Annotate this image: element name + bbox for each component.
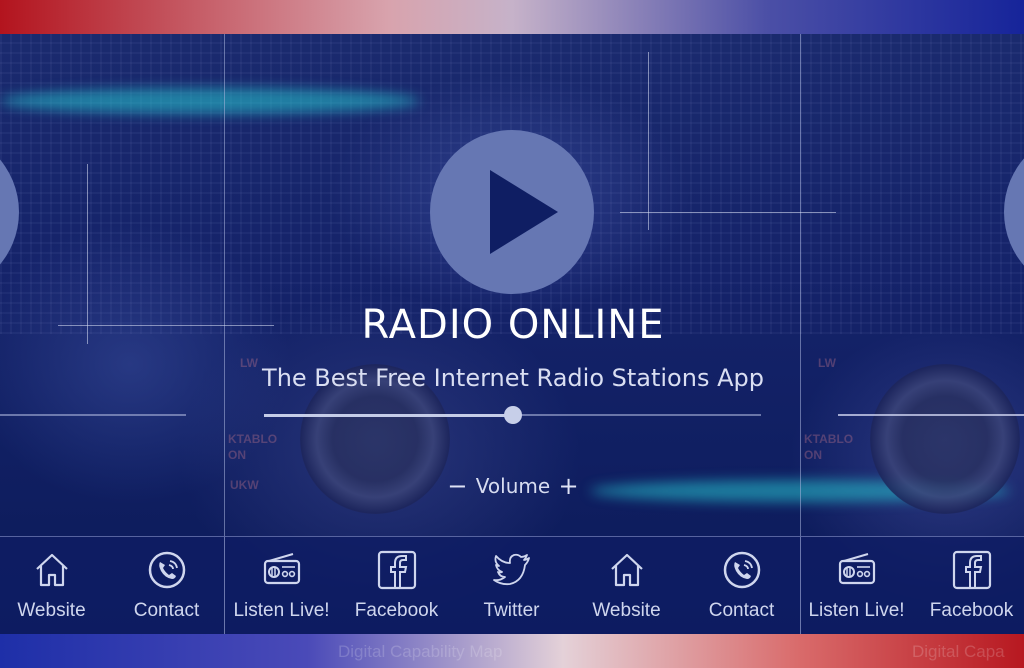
play-button[interactable] (430, 130, 594, 294)
dial-label: LW (818, 356, 836, 370)
bottom-nav-bar: Website Contact Listen Live! Facebook Twitte… (0, 536, 1024, 635)
ghost-caption: Digital Capability Map (338, 642, 503, 661)
nav-item-label: Website (17, 600, 86, 621)
facebook-icon (951, 549, 993, 591)
volume-label: Volume (475, 474, 551, 498)
dial-label: ON (228, 448, 246, 462)
nav-item-label: Twitter (483, 600, 540, 621)
dial-label: KTABLO (804, 432, 854, 446)
nav-item-website[interactable]: Website (569, 537, 684, 635)
volume-slider-partial (0, 414, 186, 416)
radio-icon (261, 549, 303, 591)
twitter-icon (491, 549, 533, 591)
volume-up-button[interactable]: + (557, 472, 581, 500)
nav-item-label: Facebook (929, 600, 1014, 621)
facebook-icon (376, 549, 418, 591)
phone-icon (146, 549, 188, 591)
nav-item-listen-live[interactable]: Listen Live! (224, 537, 339, 635)
dial-label: KTABLO (228, 432, 278, 446)
nav-item-label: Contact (133, 600, 200, 621)
ghost-caption: Digital Capa (912, 642, 1005, 661)
crosshair-line (648, 52, 649, 230)
home-icon (31, 549, 73, 591)
top-gradient-strip (0, 0, 1024, 34)
volume-down-button[interactable]: − (445, 472, 469, 500)
radio-icon (836, 549, 878, 591)
nav-item-listen-live[interactable]: Listen Live! (799, 537, 914, 635)
volume-control: − Volume + (226, 472, 800, 500)
nav-item-contact[interactable]: Contact (109, 537, 224, 635)
nav-item-label: Website (592, 600, 661, 621)
nav-item-website[interactable]: Website (0, 537, 109, 635)
nav-item-facebook[interactable]: Facebook (339, 537, 454, 635)
nav-item-twitter[interactable]: Twitter (454, 537, 569, 635)
phone-icon (721, 549, 763, 591)
nav-item-label: Listen Live! (808, 600, 905, 621)
crosshair-line (620, 212, 836, 213)
nav-item-facebook[interactable]: Facebook (914, 537, 1024, 635)
app-subtitle: The Best Free Internet Radio Stations Ap… (262, 364, 764, 392)
dial-label: ON (804, 448, 822, 462)
light-streak (0, 88, 420, 114)
play-icon (490, 170, 558, 254)
bottom-gradient-strip: Digital Capability Map Digital Capa (0, 634, 1024, 668)
volume-slider-fill (264, 414, 513, 417)
crosshair-line (87, 164, 88, 344)
nav-item-label: Contact (708, 600, 775, 621)
radio-knob (870, 364, 1020, 514)
home-icon (606, 549, 648, 591)
nav-item-label: Facebook (354, 600, 439, 621)
app-title: RADIO ONLINE (361, 302, 665, 348)
volume-slider-thumb[interactable] (503, 406, 522, 424)
nav-item-contact[interactable]: Contact (684, 537, 799, 635)
nav-item-label: Listen Live! (233, 600, 330, 621)
volume-slider-partial (838, 414, 1024, 416)
